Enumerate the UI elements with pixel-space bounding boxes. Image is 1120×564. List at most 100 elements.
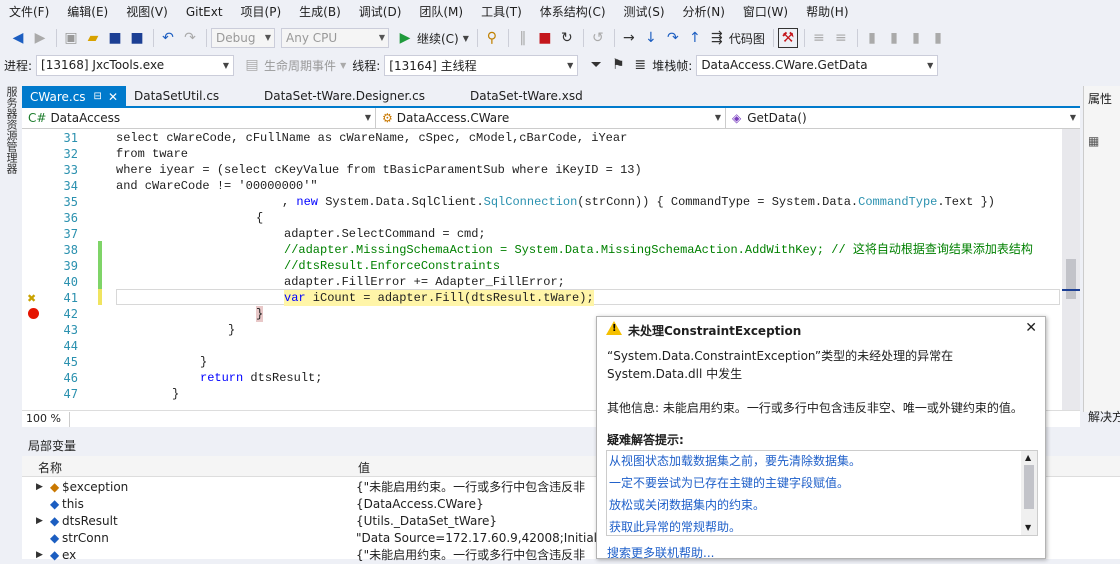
menu-help[interactable]: 帮助(H) [797, 0, 857, 24]
menu-tools[interactable]: 工具(T) [472, 0, 531, 24]
project-dropdown[interactable]: C# DataAccess ▼ [22, 108, 376, 128]
menu-bar: 文件(F) 编辑(E) 视图(V) GitExt 项目(P) 生成(B) 调试(… [0, 0, 1120, 24]
solution-explorer-tab[interactable]: 解决方 [1088, 408, 1120, 425]
name-column-header[interactable]: 名称 [38, 459, 62, 476]
close-icon[interactable]: ✕ [108, 87, 118, 107]
class-dropdown[interactable]: ⚙ DataAccess.CWare ▼ [376, 108, 726, 128]
scroll-thumb[interactable] [1066, 259, 1076, 299]
variable-name: strConn [62, 531, 109, 545]
tip-link[interactable]: 一定不要尝试为已存在主键的主键字段赋值。 [609, 474, 849, 491]
clear-bookmark-icon[interactable]: ▮ [928, 28, 948, 48]
scroll-up-icon[interactable]: ▲ [1025, 453, 1031, 462]
tips-heading: 疑难解答提示: [607, 433, 684, 447]
properties-panel: 属性 ▦ 解决方 [1083, 86, 1120, 424]
value-column-header[interactable]: 值 [358, 459, 370, 476]
tip-link[interactable]: 从视图状态加载数据集之前，要先清除数据集。 [609, 452, 861, 469]
back-icon[interactable]: ◀ [8, 28, 28, 48]
code-map-icon[interactable]: ⇶ [707, 28, 727, 48]
filter-icon[interactable]: ⏷ [586, 55, 606, 75]
expand-icon[interactable]: ▶ [36, 513, 43, 530]
redo-icon[interactable]: ↷ [180, 28, 200, 48]
lifecycle-events-button[interactable]: 生命周期事件 [264, 57, 336, 74]
menu-edit[interactable]: 编辑(E) [58, 0, 117, 24]
new-project-icon[interactable]: ▣ [61, 28, 81, 48]
menu-build[interactable]: 生成(B) [290, 0, 350, 24]
show-next-statement-icon[interactable]: → [619, 28, 639, 48]
menu-test[interactable]: 测试(S) [615, 0, 674, 24]
stack-frame-select[interactable]: DataAccess.CWare.GetData ▼ [696, 54, 939, 76]
forward-icon[interactable]: ▶ [30, 28, 50, 48]
solution-config-select[interactable]: Debug ▼ [211, 28, 275, 48]
process-select[interactable]: [13168] JxcTools.exe ▼ [36, 54, 235, 76]
pin-icon[interactable]: ⊟ [94, 87, 102, 107]
comment-icon[interactable]: ≡ [809, 28, 829, 48]
save-all-icon[interactable]: ■ [127, 28, 147, 48]
breakpoint-icon[interactable] [28, 308, 39, 319]
expand-icon[interactable]: ▶ [36, 479, 43, 496]
tab-datasetutil-cs[interactable]: DataSetUtil.cs [126, 86, 256, 107]
separator [206, 29, 207, 47]
step-over-icon[interactable]: ↷ [663, 28, 683, 48]
menu-window[interactable]: 窗口(W) [734, 0, 797, 24]
scroll-down-icon[interactable]: ▼ [1025, 523, 1031, 532]
line-number: 47 [63, 387, 78, 401]
lifecycle-icon[interactable]: ▤ [242, 55, 262, 75]
prev-bookmark-icon[interactable]: ▮ [884, 28, 904, 48]
menu-gitext[interactable]: GitExt [177, 0, 232, 24]
save-icon[interactable]: ■ [105, 28, 125, 48]
process-value: [13168] JxcTools.exe [41, 58, 165, 72]
pause-icon[interactable]: ‖ [513, 28, 533, 48]
menu-team[interactable]: 团队(M) [410, 0, 472, 24]
config-value: Debug [216, 31, 256, 45]
refresh-icon[interactable]: ↺ [588, 28, 608, 48]
open-file-icon[interactable]: ▰ [83, 28, 103, 48]
thread-list-icon[interactable]: ≣ [630, 55, 650, 75]
separator [153, 29, 154, 47]
chevron-down-icon[interactable]: ▼ [463, 34, 469, 43]
menu-analyze[interactable]: 分析(N) [674, 0, 734, 24]
exception-helper-popup: ! 未处理ConstraintException ✕ “System.Data.… [596, 316, 1046, 561]
tip-link[interactable]: 获取此异常的常规帮助。 [609, 518, 741, 535]
stack-frame-value: DataAccess.CWare.GetData [701, 58, 868, 72]
code-line-38: //adapter.MissingSchemaAction = System.D… [284, 243, 1033, 257]
line-number: 34 [63, 179, 78, 193]
menu-architecture[interactable]: 体系结构(C) [531, 0, 615, 24]
exception-settings-icon[interactable]: ⚒ [777, 28, 798, 48]
undo-icon[interactable]: ↶ [158, 28, 178, 48]
find-icon[interactable]: ⚲ [482, 28, 502, 48]
member-dropdown[interactable]: ◈ GetData() ▼ [726, 108, 1080, 128]
flag-icon[interactable]: ⚑ [608, 55, 628, 75]
bookmark-icon[interactable]: ▮ [862, 28, 882, 48]
menu-project[interactable]: 项目(P) [232, 0, 291, 24]
step-out-icon[interactable]: ↑ [685, 28, 705, 48]
code-line-40: adapter.FillError += Adapter_FillError; [284, 275, 565, 289]
tips-scrollbar[interactable]: ▲ ▼ [1021, 451, 1037, 535]
menu-file[interactable]: 文件(F) [0, 0, 58, 24]
code-map-button[interactable]: 代码图 [729, 30, 765, 47]
menu-debug[interactable]: 调试(D) [350, 0, 411, 24]
uncomment-icon[interactable]: ≡ [831, 28, 851, 48]
close-icon[interactable]: ✕ [1025, 320, 1037, 336]
editor-vertical-scrollbar[interactable] [1062, 129, 1080, 410]
stop-icon[interactable]: ■ [535, 28, 555, 48]
line-number: 43 [63, 323, 78, 337]
restart-icon[interactable]: ↻ [557, 28, 577, 48]
server-explorer-tab[interactable]: 服务器资源管理器 [0, 82, 20, 412]
properties-grid-icon[interactable]: ▦ [1088, 134, 1099, 148]
expand-icon[interactable]: ▶ [36, 547, 43, 564]
tab-cware-cs[interactable]: CWare.cs ⊟ ✕ [22, 86, 126, 107]
platform-select[interactable]: Any CPU ▼ [281, 28, 389, 48]
search-online-help-link[interactable]: 搜索更多联机帮助... [607, 544, 714, 561]
chevron-down-icon[interactable]: ▼ [340, 61, 346, 70]
scroll-thumb[interactable] [1024, 465, 1034, 509]
tip-link[interactable]: 放松或关闭数据集内的约束。 [609, 496, 765, 513]
step-into-icon[interactable]: ↓ [641, 28, 661, 48]
tab-dataset-tware-xsd[interactable]: DataSet-tWare.xsd [462, 86, 622, 107]
continue-button[interactable]: 继续(C) [417, 30, 459, 47]
thread-select[interactable]: [13164] 主线程 ▼ [384, 54, 579, 76]
zoom-select[interactable]: 100 % [26, 412, 70, 427]
continue-icon[interactable]: ▶ [395, 28, 415, 48]
menu-view[interactable]: 视图(V) [117, 0, 177, 24]
next-bookmark-icon[interactable]: ▮ [906, 28, 926, 48]
tab-dataset-tware-designer-cs[interactable]: DataSet-tWare.Designer.cs [256, 86, 462, 107]
